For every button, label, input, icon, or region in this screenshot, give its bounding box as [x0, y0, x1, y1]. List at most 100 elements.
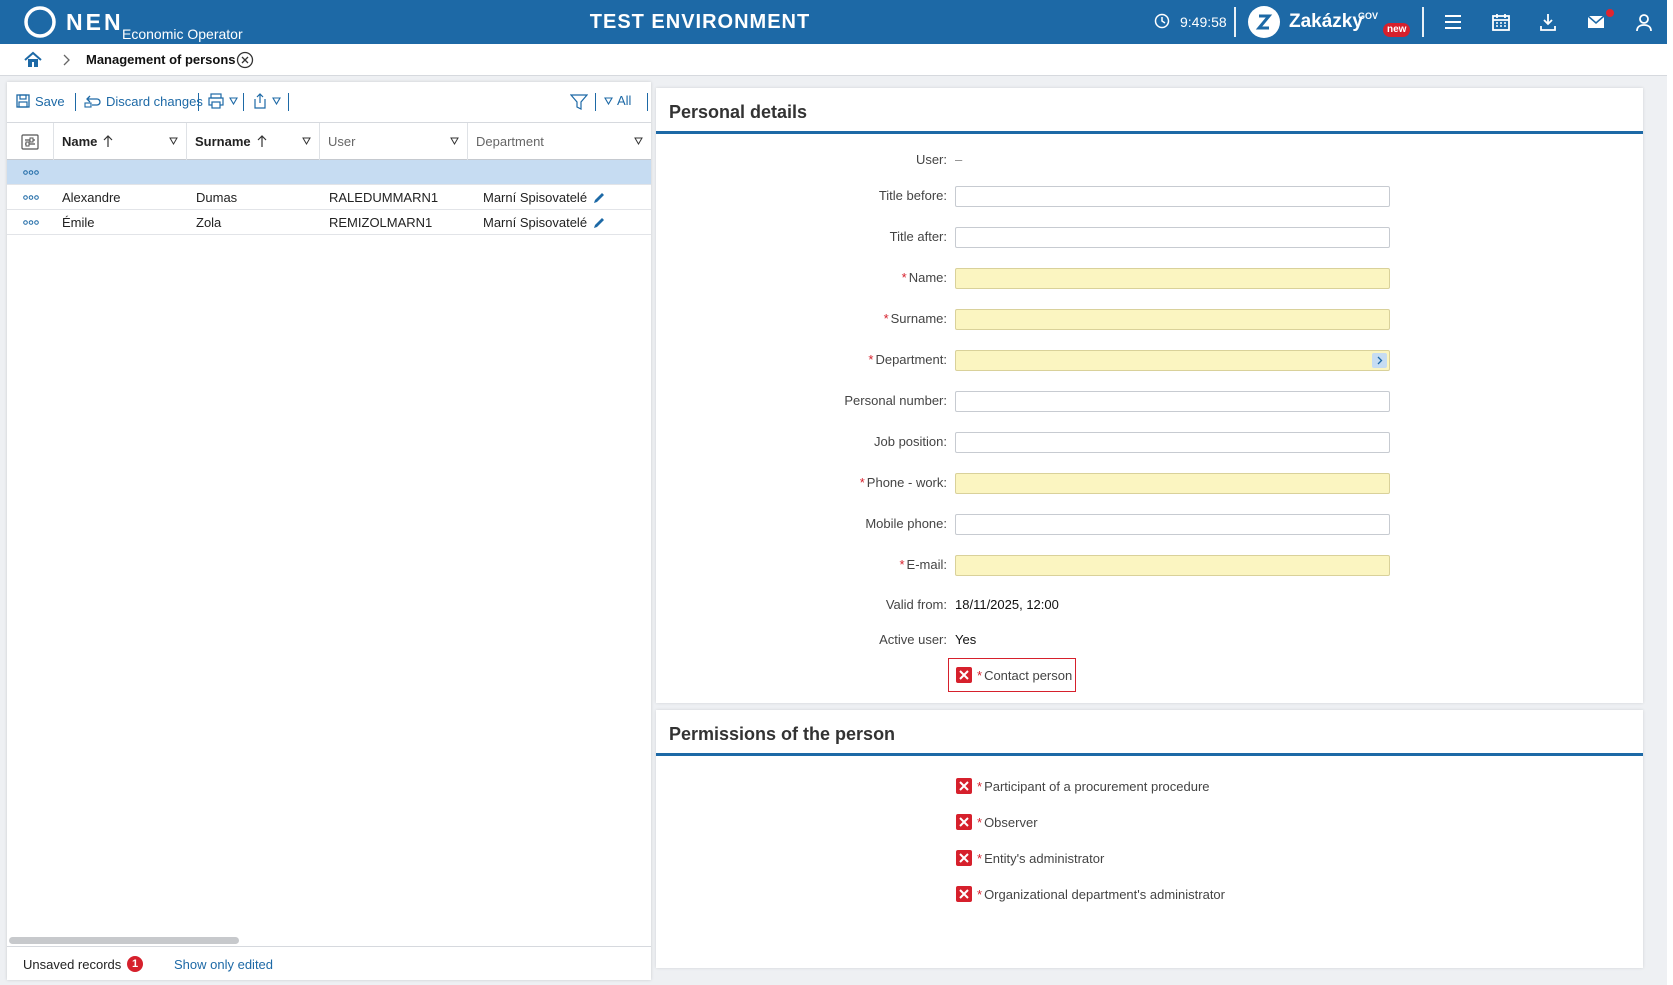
personal-number-input[interactable] — [955, 391, 1390, 412]
department-input[interactable] — [955, 350, 1390, 371]
user-icon[interactable] — [1633, 11, 1655, 33]
name-input[interactable] — [955, 268, 1390, 289]
column-department-label: Department — [476, 134, 544, 149]
cell-name: Alexandre — [62, 190, 121, 205]
zakazky-logo-icon[interactable] — [1248, 6, 1280, 38]
logo-subtitle: Economic Operator — [122, 26, 243, 42]
section-title: Personal details — [669, 102, 808, 122]
column-header-department[interactable]: Department — [468, 123, 651, 160]
grid-toolbar: Save Discard changes All — [7, 82, 651, 122]
show-only-edited-link[interactable]: Show only edited — [174, 957, 273, 972]
row-menu-icon[interactable] — [23, 220, 39, 225]
column-filter-icon[interactable] — [450, 137, 459, 145]
column-header-name[interactable]: Name — [54, 123, 187, 160]
section-underline — [656, 753, 1643, 756]
horizontal-scrollbar[interactable] — [9, 937, 239, 944]
persons-list-panel: Save Discard changes All Name Surname Us… — [7, 82, 651, 980]
contact-person-checkbox[interactable] — [956, 667, 972, 683]
participant-label: * Participant of a procurement procedure — [977, 779, 1210, 794]
surname-label: * Surname: — [883, 311, 947, 326]
discard-changes-button[interactable]: Discard changes — [84, 93, 203, 109]
logo-text: NEN — [66, 9, 124, 35]
divider — [595, 93, 596, 111]
divider — [75, 93, 76, 111]
column-settings-icon — [21, 133, 39, 150]
column-header-surname[interactable]: Surname — [187, 123, 320, 160]
participant-checkbox[interactable] — [956, 778, 972, 794]
row-menu-icon[interactable] — [23, 195, 39, 200]
sort-ascending-icon — [257, 135, 267, 147]
home-icon[interactable] — [23, 50, 43, 70]
email-input[interactable] — [955, 555, 1390, 576]
menu-icon[interactable] — [1442, 11, 1464, 33]
cell-user: RALEDUMMARN1 — [329, 190, 439, 205]
export-menu-button[interactable] — [252, 93, 281, 109]
section-underline — [656, 131, 1643, 134]
cell-name: Émile — [62, 215, 95, 230]
entity-admin-label: * Entity's administrator — [977, 851, 1105, 866]
org-dept-admin-checkbox[interactable] — [956, 886, 972, 902]
valid-from-label: Valid from: — [885, 597, 947, 612]
observer-checkbox[interactable] — [956, 814, 972, 830]
valid-from-value: 18/11/2025, 12:00 — [955, 597, 1059, 612]
chevron-down-icon — [272, 97, 281, 105]
contact-person-label: * Contact person — [977, 668, 1073, 683]
table-row[interactable]: Alexandre Dumas RALEDUMMARN1 Marní Spiso… — [7, 185, 651, 210]
filter-all-dropdown[interactable]: All — [604, 93, 631, 108]
department-picker-button[interactable] — [1372, 353, 1387, 368]
column-chooser-button[interactable] — [7, 123, 54, 160]
undo-icon — [84, 95, 101, 108]
calendar-icon[interactable] — [1490, 11, 1512, 33]
title-after-input[interactable] — [955, 227, 1390, 248]
chevron-right-icon — [1377, 356, 1383, 365]
edit-pencil-icon[interactable] — [592, 216, 606, 230]
top-bar: NEN Economic Operator TEST ENVIRONMENT 9… — [0, 0, 1673, 44]
row-menu-icon[interactable] — [23, 170, 39, 175]
unsaved-records-label: Unsaved records — [23, 957, 122, 972]
column-header-user[interactable]: User — [320, 123, 468, 160]
mobile-phone-input[interactable] — [955, 514, 1390, 535]
edit-pencil-icon[interactable] — [592, 191, 606, 205]
mobile-phone-label: Mobile phone: — [865, 516, 947, 531]
divider — [1422, 7, 1424, 37]
title-before-input[interactable] — [955, 186, 1390, 207]
window-edge — [1667, 0, 1673, 985]
entity-admin-checkbox[interactable] — [956, 850, 972, 866]
permissions-section: Permissions of the person * Participant o… — [656, 710, 1643, 968]
divider — [198, 93, 199, 111]
new-badge: new — [1383, 23, 1411, 37]
nen-logo-icon[interactable] — [24, 6, 56, 38]
table-row[interactable] — [7, 160, 651, 185]
print-menu-button[interactable] — [207, 93, 238, 109]
job-position-input[interactable] — [955, 432, 1390, 453]
surname-input[interactable] — [955, 309, 1390, 330]
download-icon[interactable] — [1537, 11, 1559, 33]
chevron-down-icon — [229, 97, 238, 105]
grid-footer: Unsaved records 1 Show only edited — [7, 946, 651, 980]
cell-surname: Dumas — [196, 190, 238, 205]
phone-work-label: * Phone - work: — [859, 475, 947, 490]
mail-icon[interactable] — [1585, 11, 1607, 33]
column-name-label: Name — [62, 134, 98, 149]
funnel-icon — [570, 94, 588, 110]
divider — [288, 93, 289, 111]
column-filter-icon[interactable] — [634, 137, 643, 145]
phone-work-input[interactable] — [955, 473, 1390, 494]
unsaved-count-badge: 1 — [127, 956, 143, 972]
save-button[interactable]: Save — [15, 93, 65, 109]
permission-text: Participant of a procurement procedure — [984, 779, 1210, 794]
export-icon — [254, 93, 266, 109]
filter-button[interactable] — [570, 93, 588, 111]
grid-header: Name Surname User Department — [7, 122, 651, 160]
page-title: Management of persons — [86, 52, 236, 67]
user-label: User: — [915, 152, 947, 167]
close-icon — [959, 781, 969, 791]
portal-superscript: GOV — [1358, 11, 1379, 21]
column-filter-icon[interactable] — [169, 137, 178, 145]
table-row[interactable]: Émile Zola REMIZOLMARN1 Marní Spisovatel… — [7, 210, 651, 235]
save-icon — [16, 94, 30, 108]
save-label: Save — [35, 93, 65, 109]
close-tab-icon[interactable] — [236, 51, 254, 69]
portal-name[interactable]: Zakázky — [1289, 11, 1363, 33]
column-filter-icon[interactable] — [302, 137, 311, 145]
